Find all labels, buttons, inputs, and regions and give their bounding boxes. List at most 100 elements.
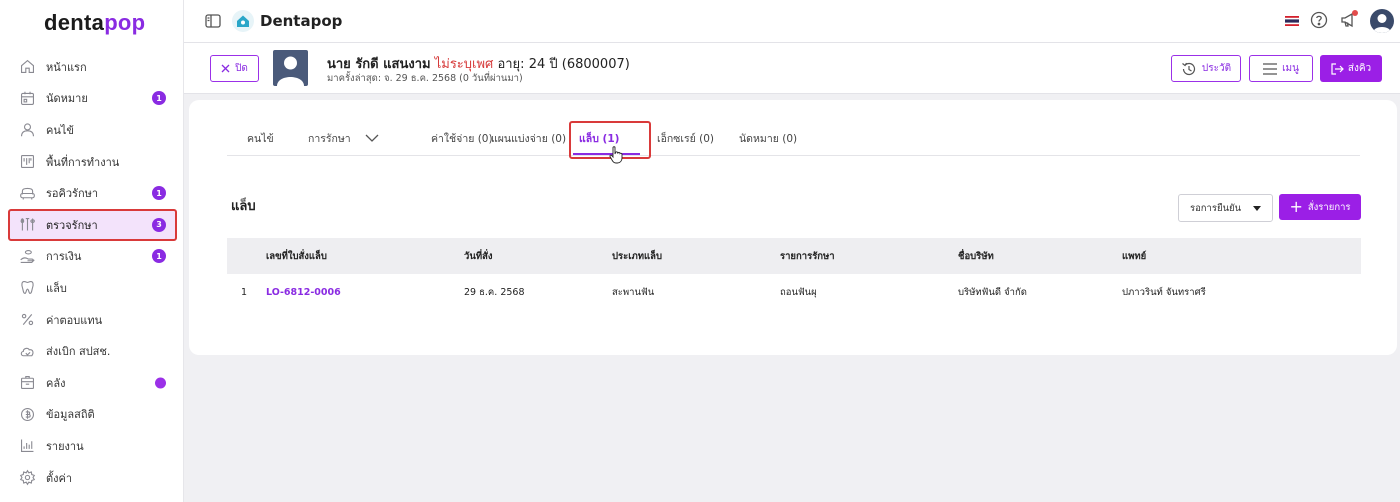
tab-label: คนไข้: [247, 132, 274, 145]
count-badge: 3: [152, 217, 166, 232]
tab-xray[interactable]: เอ็กซเรย์ (0): [657, 120, 714, 156]
calendar-icon: [18, 89, 36, 107]
patient-tabs: คนไข้ การรักษา ค่าใช้จ่าย (0) แผนแบ่งจ่า…: [227, 120, 1360, 156]
sidebar-item-label: ค่าตอบแทน: [46, 313, 103, 327]
sidebar-item-compensation[interactable]: ค่าตอบแทน: [0, 304, 184, 336]
app-name: Dentapop: [260, 12, 343, 30]
column-header: ประเภทแล็บ: [612, 250, 662, 262]
sidebar-item-examination[interactable]: ตรวจรักษา 3: [8, 208, 177, 241]
caret-down-icon: [1253, 206, 1261, 211]
workspace-icon: [18, 153, 36, 171]
close-button[interactable]: ปิด: [210, 55, 259, 82]
sidebar-item-settings[interactable]: ตั้งค่า: [0, 462, 184, 494]
close-icon: [221, 64, 230, 73]
patient-age: อายุ: 24 ปี: [497, 57, 558, 72]
app-logo[interactable]: dentapop: [44, 10, 145, 36]
sidebar-nav: หน้าแรก นัดหมาย 1 คนไข้ พื้นที่การทำงาน …: [0, 51, 184, 493]
send-queue-button[interactable]: ส่งคิว: [1320, 55, 1382, 82]
sidebar-item-queue[interactable]: รอคิวรักษา 1: [0, 177, 184, 209]
bar-chart-icon: [18, 437, 36, 455]
add-order-label: สั่งรายการ: [1307, 201, 1351, 213]
column-header: วันที่สั่ง: [464, 250, 493, 262]
menu-button[interactable]: เมนู: [1249, 55, 1313, 82]
sidebar: dentapop หน้าแรก นัดหมาย 1 คนไข้ พื้นที่…: [0, 0, 184, 502]
help-icon[interactable]: [1310, 11, 1328, 29]
box-icon: [18, 374, 36, 392]
patient-name: นาย รักดี แสนงาม: [327, 57, 431, 72]
order-date: 29 ธ.ค. 2568: [464, 286, 525, 298]
status-filter-value: รอการยืนยัน: [1190, 202, 1242, 214]
tab-label: เอ็กซเรย์ (0): [657, 132, 714, 145]
sidebar-item-label: การเงิน: [46, 250, 82, 264]
chevron-down-icon: [365, 134, 379, 142]
column-header: เลขที่ใบสั่งแล็บ: [266, 250, 327, 262]
person-icon: [18, 121, 36, 139]
patient-header: ปิด นาย รักดี แสนงาม ไม่ระบุเพศ อายุ: 24…: [184, 43, 1400, 94]
count-badge: 1: [152, 186, 166, 201]
history-button[interactable]: ประวัติ: [1171, 55, 1241, 82]
company-name: บริษัทฟันดี จำกัด: [958, 286, 1027, 298]
menu-label: เมนู: [1282, 63, 1299, 74]
tab-expenses[interactable]: ค่าใช้จ่าย (0): [431, 120, 493, 156]
sidebar-item-label: ตรวจรักษา: [46, 218, 98, 232]
add-order-button[interactable]: + สั่งรายการ: [1279, 194, 1361, 220]
tab-label: นัดหมาย (0): [739, 132, 798, 145]
percent-icon: [18, 311, 36, 329]
lab-type: สะพานฟัน: [612, 286, 655, 298]
row-number: 1: [241, 286, 248, 298]
section-title: แล็บ: [231, 199, 256, 214]
tab-appointments[interactable]: นัดหมาย (0): [739, 120, 797, 156]
tab-label: การรักษา: [308, 132, 351, 145]
sidebar-item-label: คนไข้: [46, 123, 74, 137]
sidebar-item-reports[interactable]: รายงาน: [0, 430, 184, 462]
sidebar-item-home[interactable]: หน้าแรก: [0, 51, 184, 83]
lab-card: คนไข้ การรักษา ค่าใช้จ่าย (0) แผนแบ่งจ่า…: [189, 100, 1397, 355]
tab-patient[interactable]: คนไข้: [247, 120, 274, 156]
lab-order-link[interactable]: LO-6812-0006: [266, 274, 341, 310]
user-avatar[interactable]: [1370, 9, 1394, 33]
sidebar-item-label: ข้อมูลสถิติ: [46, 408, 95, 422]
status-filter-select[interactable]: รอการยืนยัน: [1178, 194, 1273, 222]
tab-label: แผนแบ่งจ่าย (0): [491, 132, 567, 145]
sidebar-item-label: รอคิวรักษา: [46, 187, 99, 201]
plus-icon: +: [1289, 197, 1303, 216]
sidebar-item-label: หน้าแรก: [46, 60, 87, 74]
coin-icon: [18, 405, 36, 423]
sidebar-item-workspace[interactable]: พื้นที่การทำงาน: [0, 146, 184, 178]
tools-icon: [18, 216, 36, 234]
sidebar-item-appointments[interactable]: นัดหมาย 1: [0, 83, 184, 115]
thai-flag-icon[interactable]: [1285, 14, 1299, 28]
tab-installment-plan[interactable]: แผนแบ่งจ่าย (0): [491, 120, 566, 156]
close-label: ปิด: [235, 63, 248, 74]
sidebar-item-statistics[interactable]: ข้อมูลสถิติ: [0, 399, 184, 431]
notification-dot: [155, 377, 166, 389]
clinic-home-icon: [232, 10, 254, 32]
column-header: รายการรักษา: [780, 250, 835, 262]
sidebar-item-patients[interactable]: คนไข้: [0, 114, 184, 146]
tab-treatment[interactable]: การรักษา: [308, 120, 379, 156]
patient-gender: ไม่ระบุเพศ: [434, 57, 494, 72]
gear-icon: [18, 469, 36, 487]
table-row[interactable]: 1 LO-6812-0006 29 ธ.ค. 2568 สะพานฟัน ถอน…: [227, 274, 1361, 310]
treatment: ถอนฟันผุ: [780, 286, 817, 298]
sidebar-item-label: ส่งเบิก สปสช.: [46, 345, 111, 359]
sidebar-item-lab[interactable]: แล็บ: [0, 272, 184, 304]
tab-label: ค่าใช้จ่าย (0): [431, 132, 493, 145]
cloud-check-icon: [18, 342, 36, 360]
sidebar-item-label: พื้นที่การทำงาน: [46, 155, 120, 169]
last-visit: มาครั้งล่าสุด: จ. 29 ธ.ค. 2568 (0 วันที่…: [327, 73, 523, 84]
patient-hn: (6800007): [561, 57, 630, 72]
tooth-icon: [18, 279, 36, 297]
column-header: ชื่อบริษัท: [958, 250, 994, 262]
sidebar-item-finance[interactable]: การเงิน 1: [0, 241, 184, 273]
exit-arrow-icon: [1331, 62, 1344, 75]
send-queue-label: ส่งคิว: [1347, 63, 1372, 74]
sidebar-item-inventory[interactable]: คลัง: [0, 367, 184, 399]
chair-icon: [18, 184, 36, 202]
sidebar-item-nhso-claim[interactable]: ส่งเบิก สปสช.: [0, 335, 184, 367]
hand-money-icon: [18, 247, 36, 265]
count-badge: 1: [152, 91, 166, 106]
sidebar-toggle-icon[interactable]: [204, 12, 222, 30]
sidebar-item-label: นัดหมาย: [46, 92, 88, 106]
notification-dot: [1352, 10, 1358, 16]
